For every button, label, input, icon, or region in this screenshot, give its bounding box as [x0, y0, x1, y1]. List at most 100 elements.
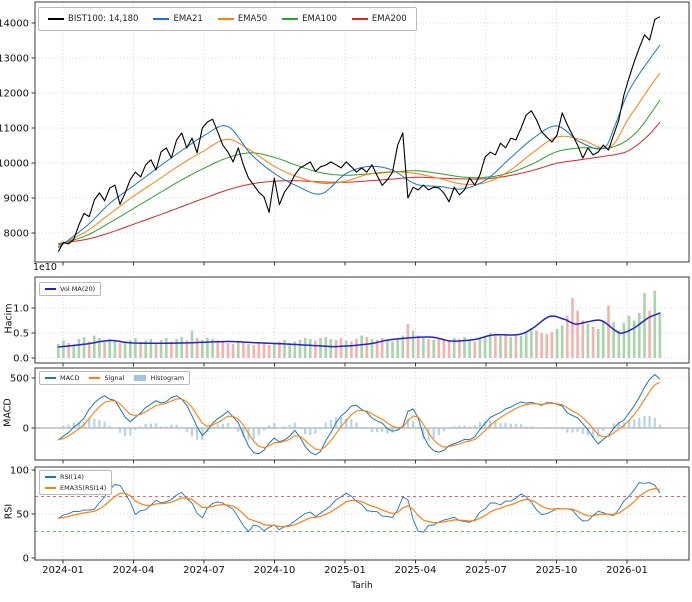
volume-bar-down: [494, 335, 497, 358]
macd-histogram-bar: [258, 428, 260, 436]
macd-histogram-bar: [371, 428, 373, 432]
macd-histogram-bar: [268, 425, 270, 428]
rsi-line: [58, 483, 660, 532]
macd-histogram-bar: [119, 428, 121, 433]
legend-item-rsi14: RSI(14): [45, 473, 84, 481]
volume-bar-up: [633, 321, 636, 359]
macd-histogram-bar: [170, 425, 172, 429]
macd-histogram-bar: [140, 427, 142, 429]
volume-bar-down: [515, 335, 518, 358]
volume-bar-down: [268, 345, 271, 358]
macd-histogram-bar: [607, 427, 609, 428]
legend-label-signal: Signal: [104, 374, 124, 382]
volume-bar-up: [628, 316, 631, 359]
price-y-tick-label: 14000: [0, 19, 29, 30]
macd-histogram-bar: [283, 427, 285, 429]
volume-bar-up: [520, 336, 523, 358]
vol-y-tick-label: 0.0: [13, 354, 29, 365]
macd-histogram-bar: [222, 424, 224, 428]
macd-histogram-bar: [299, 428, 301, 429]
macd-histogram-bar: [469, 427, 471, 429]
macd-histogram-bar: [453, 426, 455, 428]
macd-histogram-bar: [366, 428, 368, 429]
volume-bar-up: [124, 342, 127, 359]
macd-histogram-bar: [412, 421, 414, 428]
macd-histogram-bar: [566, 428, 568, 433]
macd-histogram-bar: [145, 424, 147, 428]
macd-histogram-bar: [237, 428, 239, 432]
x-tick-label: 2025-01: [324, 565, 366, 576]
legend-item-histogram: Histogram: [134, 374, 184, 382]
macd-histogram-bar: [546, 427, 548, 428]
macd-histogram-bar: [196, 428, 198, 440]
macd-histogram-bar: [150, 424, 152, 429]
macd-axis-title: MACD: [3, 373, 14, 453]
legend-label-ema50: EMA50: [238, 14, 267, 24]
x-tick-label: 2024-07: [183, 565, 225, 576]
ema100-line-swatch-icon: [282, 18, 298, 20]
macd-histogram-bar: [494, 422, 496, 428]
macd-histogram-bar: [638, 418, 640, 428]
macd-histogram-bar: [520, 424, 522, 428]
macd-histogram-bar: [659, 425, 661, 429]
macd-histogram-bar: [355, 422, 357, 428]
macd-histogram-bar: [448, 427, 450, 428]
volume-bar-up: [618, 331, 621, 359]
macd-histogram-bar: [212, 426, 214, 428]
volume-bar-down: [232, 344, 235, 358]
volume-bar-up: [597, 329, 600, 358]
volume-bar-down: [546, 334, 549, 358]
macd-histogram-bar: [582, 428, 584, 434]
volume-bar-down: [427, 339, 430, 358]
macd-histogram-bar: [417, 428, 419, 429]
volume-bar-up: [324, 337, 327, 358]
legend-label-histogram: Histogram: [150, 374, 184, 382]
macd-histogram-bar: [530, 427, 532, 429]
macd-histogram-bar: [62, 426, 64, 428]
macd-y-tick-label: 0: [23, 424, 29, 435]
volume-bar-up: [62, 341, 65, 359]
volume-bar-up: [134, 338, 137, 358]
volume-bar-up: [309, 339, 312, 358]
macd-histogram-bar: [227, 423, 229, 428]
macd-histogram-bar: [98, 420, 100, 428]
price-y-tick-label: 9000: [4, 194, 29, 205]
volume-bar-up: [530, 328, 533, 358]
volume-bar-up: [587, 324, 590, 358]
volume-bar-up: [191, 331, 194, 359]
volume-bar-down: [196, 338, 199, 358]
volume-bar-up: [396, 339, 399, 358]
macd-histogram-bar: [273, 423, 275, 428]
volume-bar-up: [319, 338, 322, 358]
macd-histogram-bar: [319, 428, 321, 430]
legend-label-volma: Vol MA(20): [60, 285, 95, 293]
volume-bar-down: [227, 343, 230, 358]
macd-histogram-bar: [479, 422, 481, 428]
price-y-tick-label: 10000: [0, 159, 29, 170]
ema100-line: [58, 100, 660, 245]
macd-histogram-bar: [109, 426, 111, 428]
legend-item-volma: Vol MA(20): [45, 285, 95, 293]
macd-histogram-bar: [556, 428, 558, 429]
volume-bar-up: [602, 321, 605, 359]
volume-bar-down: [314, 341, 317, 359]
macd-histogram-bar: [165, 426, 167, 428]
rsi-ema-line-swatch-icon: [45, 487, 56, 489]
volume-bar-up: [623, 323, 626, 358]
legend-label-ema100: EMA100: [302, 14, 337, 24]
volume-bar-down: [607, 306, 610, 359]
volume-bar-up: [175, 339, 178, 358]
volume-bar-down: [350, 342, 353, 359]
volume-bar-down: [252, 345, 255, 358]
volume-bar-up: [83, 337, 86, 358]
macd-histogram-bar: [278, 427, 280, 428]
macd-histogram-bar: [176, 425, 178, 428]
macd-histogram-bar: [654, 418, 656, 428]
volume-bar-down: [535, 331, 538, 359]
macd-histogram-bar: [381, 428, 383, 432]
rsi-legend: RSI(14) EMA35(RSI14): [39, 470, 112, 495]
macd-histogram-bar: [325, 423, 327, 429]
volume-bar-down: [474, 342, 477, 359]
volume-bar-down: [216, 341, 219, 359]
legend-label-rsi14: RSI(14): [60, 473, 84, 481]
